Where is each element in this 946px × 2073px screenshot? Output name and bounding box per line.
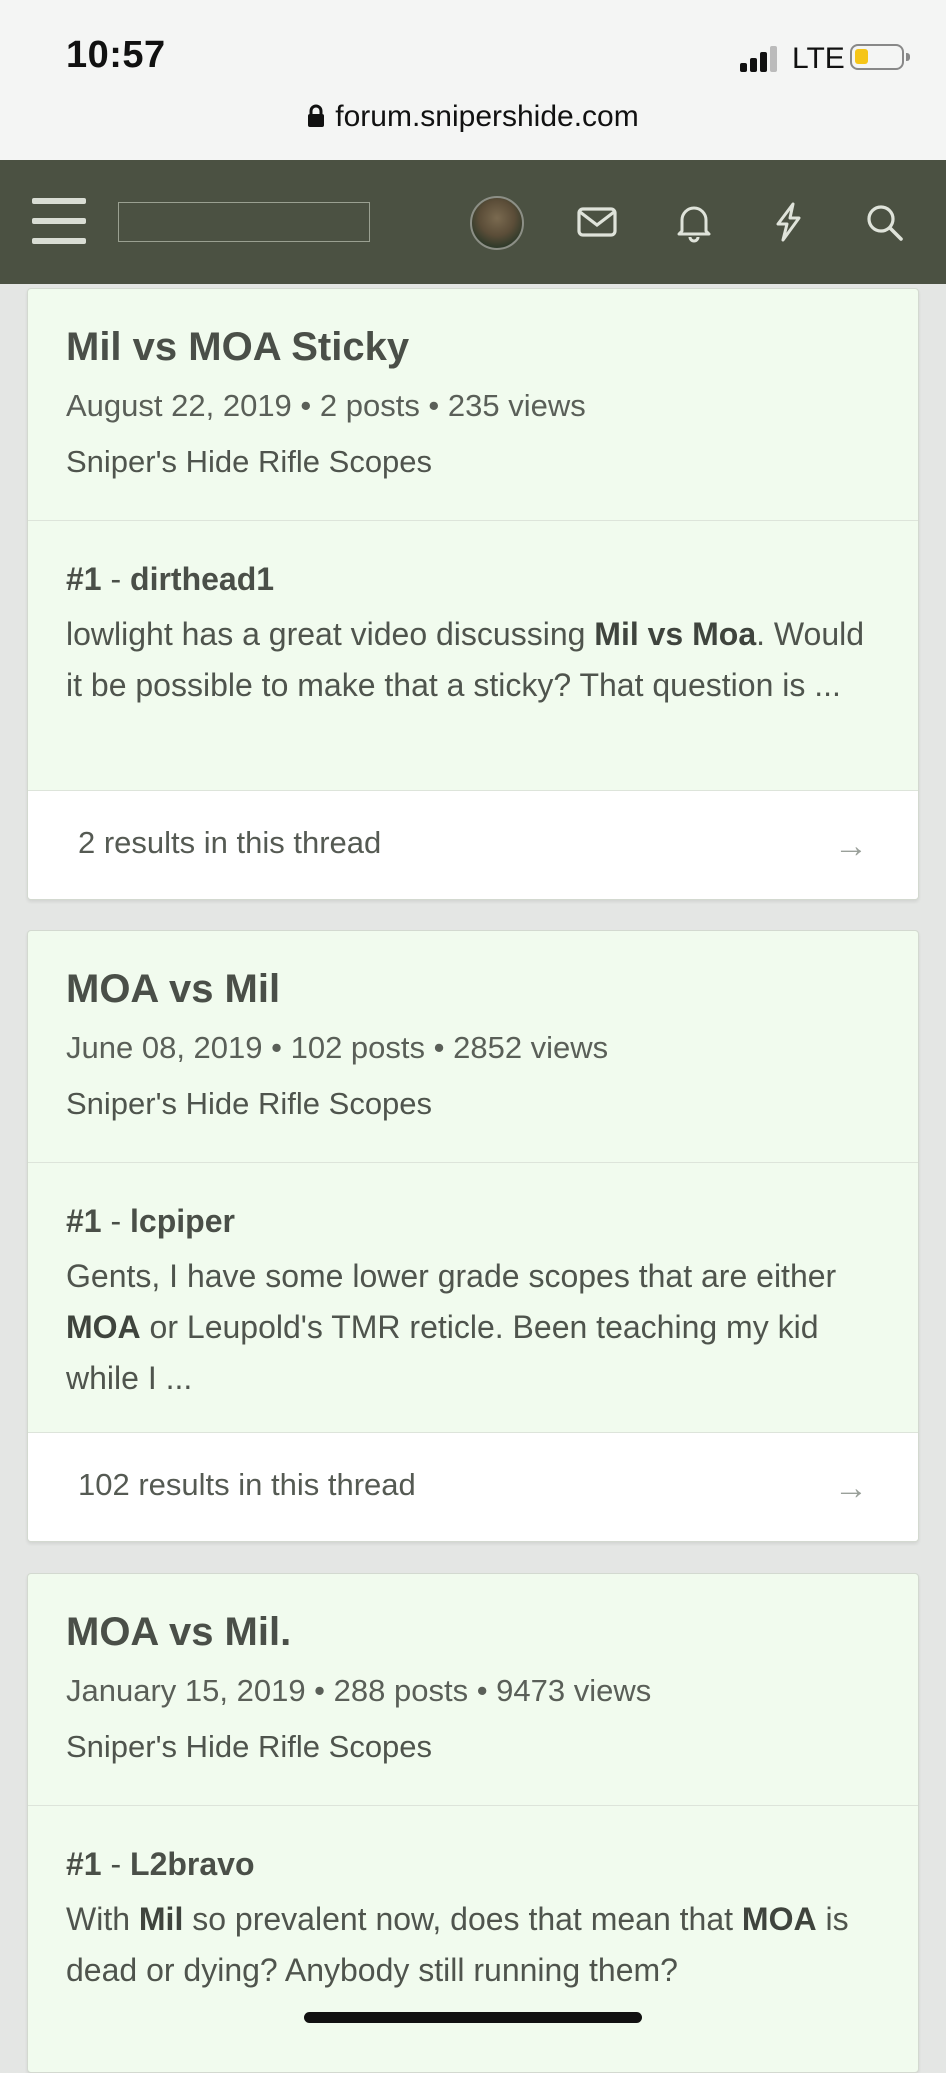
search-term-highlight: Mil: [138, 1901, 184, 1937]
url-text: forum.snipershide.com: [335, 100, 639, 133]
menu-icon[interactable]: [32, 198, 86, 244]
post-author[interactable]: L2bravo: [130, 1846, 254, 1882]
lock-icon: [307, 102, 325, 136]
snippet-text: Gents, I have some lower grade scopes th…: [66, 1258, 837, 1294]
post-number: #1: [66, 1203, 102, 1239]
matched-post[interactable]: #1 - dirthead1 lowlight has a great vide…: [28, 521, 918, 791]
thread-title[interactable]: Mil vs MOA Sticky: [66, 323, 880, 371]
search-icon[interactable]: [862, 200, 906, 244]
post-author-line: #1 - lcpiper: [66, 1201, 880, 1241]
post-number: #1: [66, 1846, 102, 1882]
signal-icon: [740, 44, 778, 72]
post-snippet: With Mil so prevalent now, does that mea…: [66, 1894, 880, 1996]
post-author-line: #1 - L2bravo: [66, 1844, 880, 1884]
snippet-text: or Leupold's TMR reticle. Been teaching …: [66, 1309, 819, 1396]
arrow-right-icon: →: [834, 827, 868, 865]
results-count: 2 results in this thread: [78, 825, 382, 860]
network-label: LTE: [792, 42, 845, 75]
post-author-line: #1 - dirthead1: [66, 559, 880, 599]
battery-icon: [850, 44, 910, 70]
status-bar: 10:57 LTE forum.snipershide.com: [0, 0, 946, 160]
forum-name[interactable]: Sniper's Hide Rifle Scopes: [66, 443, 880, 481]
home-indicator[interactable]: [304, 2012, 642, 2023]
post-snippet: Gents, I have some lower grade scopes th…: [66, 1251, 880, 1404]
search-term-highlight: MOA: [741, 1901, 817, 1937]
url-bar[interactable]: forum.snipershide.com: [0, 100, 946, 136]
arrow-right-icon: →: [834, 1469, 868, 1507]
search-result-card[interactable]: MOA vs Mil. January 15, 2019 • 288 posts…: [27, 1573, 919, 2073]
bell-icon[interactable]: [672, 200, 716, 244]
result-header[interactable]: MOA vs Mil. January 15, 2019 • 288 posts…: [28, 1574, 918, 1806]
forum-name[interactable]: Sniper's Hide Rifle Scopes: [66, 1085, 880, 1123]
post-snippet: lowlight has a great video discussing Mi…: [66, 609, 880, 711]
post-separator: -: [101, 561, 131, 597]
post-separator: -: [101, 1846, 131, 1882]
lightning-icon[interactable]: [766, 200, 810, 244]
snippet-text: With: [66, 1901, 139, 1937]
snippet-text: so prevalent now, does that mean that: [183, 1901, 742, 1937]
results-count: 102 results in this thread: [78, 1467, 416, 1502]
thread-title[interactable]: MOA vs Mil: [66, 965, 880, 1013]
site-logo-area[interactable]: [118, 202, 370, 242]
thread-title[interactable]: MOA vs Mil.: [66, 1608, 880, 1656]
thread-meta: January 15, 2019 • 288 posts • 9473 view…: [66, 1673, 652, 1708]
post-author[interactable]: lcpiper: [130, 1203, 235, 1239]
matched-post[interactable]: #1 - lcpiper Gents, I have some lower gr…: [28, 1163, 918, 1433]
search-result-card[interactable]: MOA vs Mil June 08, 2019 • 102 posts • 2…: [27, 930, 919, 1542]
search-term-highlight: Mil vs Moa: [594, 616, 757, 652]
forum-name[interactable]: Sniper's Hide Rifle Scopes: [66, 1728, 880, 1766]
result-header[interactable]: MOA vs Mil June 08, 2019 • 102 posts • 2…: [28, 931, 918, 1163]
thread-results-link[interactable]: 102 results in this thread →: [28, 1433, 918, 1541]
thread-meta: June 08, 2019 • 102 posts • 2852 views: [66, 1030, 609, 1065]
snippet-text: lowlight has a great video discussing: [66, 616, 595, 652]
post-separator: -: [101, 1203, 131, 1239]
result-header[interactable]: Mil vs MOA Sticky August 22, 2019 • 2 po…: [28, 289, 918, 521]
mail-icon[interactable]: [575, 200, 619, 244]
forum-navbar: [0, 160, 946, 284]
search-term-highlight: MOA: [66, 1309, 141, 1345]
post-number: #1: [66, 561, 102, 597]
matched-post[interactable]: #1 - L2bravo With Mil so prevalent now, …: [28, 1806, 918, 2072]
search-result-card[interactable]: Mil vs MOA Sticky August 22, 2019 • 2 po…: [27, 288, 919, 900]
avatar[interactable]: [470, 196, 524, 250]
post-author[interactable]: dirthead1: [130, 561, 274, 597]
thread-meta: August 22, 2019 • 2 posts • 235 views: [66, 388, 586, 423]
clock: 10:57: [66, 34, 166, 76]
thread-results-link[interactable]: 2 results in this thread →: [28, 791, 918, 899]
